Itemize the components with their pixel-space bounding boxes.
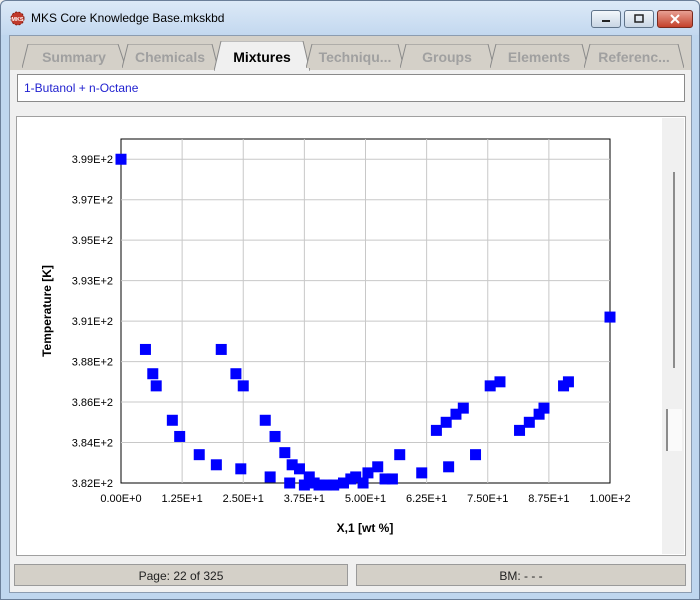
y-tick-label: 3.88E+2 xyxy=(72,357,113,369)
y-tick-label: 3.91E+2 xyxy=(72,316,113,328)
data-point xyxy=(147,368,159,380)
vertical-scrollbar[interactable] xyxy=(662,118,684,554)
close-button[interactable] xyxy=(657,10,693,28)
data-point xyxy=(328,479,340,491)
x-tick-label: 2.50E+1 xyxy=(223,493,264,505)
data-point xyxy=(166,414,178,426)
maximize-icon xyxy=(634,14,644,23)
minimize-button[interactable] xyxy=(591,10,621,28)
data-point xyxy=(430,424,442,436)
scroll-track xyxy=(673,172,675,368)
data-point xyxy=(237,380,249,392)
data-point xyxy=(230,368,242,380)
tab-mixtures[interactable]: Mixtures xyxy=(214,41,310,71)
data-point xyxy=(279,447,291,459)
window-title: MKS Core Knowledge Base.mkskbd xyxy=(31,11,225,25)
data-point xyxy=(416,467,428,479)
data-point xyxy=(269,430,281,442)
x-tick-label: 1.00E+2 xyxy=(589,493,630,505)
x-tick-label: 7.50E+1 xyxy=(467,493,508,505)
data-point xyxy=(394,449,406,461)
data-point xyxy=(562,376,574,388)
x-tick-label: 8.75E+1 xyxy=(528,493,569,505)
y-tick-label: 3.99E+2 xyxy=(72,154,113,166)
x-tick-label: 0.00E+0 xyxy=(100,493,141,505)
x-axis-label: X,1 [wt %] xyxy=(337,521,394,535)
data-point xyxy=(193,449,205,461)
x-tick-labels: 0.00E+0 1.25E+1 2.50E+1 3.75E+1 5.00E+1 6.25E… xyxy=(100,493,630,505)
svg-text:MKS: MKS xyxy=(11,17,24,23)
data-point xyxy=(139,343,151,355)
data-point xyxy=(284,477,296,489)
y-tick-label: 3.97E+2 xyxy=(72,195,113,207)
data-point xyxy=(484,380,496,392)
tab-chemicals[interactable]: Chemicals xyxy=(122,44,218,68)
x-tick-label: 3.75E+1 xyxy=(284,493,325,505)
data-point xyxy=(293,463,305,475)
data-point xyxy=(372,461,384,473)
data-point xyxy=(357,477,369,489)
data-point xyxy=(523,416,535,428)
y-axis-label: Temperature [K] xyxy=(40,265,54,357)
tab-groups[interactable]: Groups xyxy=(400,44,494,68)
x-tick-label: 5.00E+1 xyxy=(345,493,386,505)
status-bar: Page: 22 of 325 BM: - - - xyxy=(14,564,689,588)
data-point xyxy=(235,463,247,475)
data-point xyxy=(494,376,506,388)
data-point xyxy=(470,449,482,461)
y-tick-labels: 3.82E+2 3.84E+2 3.86E+2 3.88E+2 3.91E+2 3.93E… xyxy=(72,154,113,490)
data-point xyxy=(259,414,271,426)
page-indicator: Page: 22 of 325 xyxy=(14,564,348,586)
data-point xyxy=(264,471,276,483)
data-point xyxy=(115,153,127,165)
data-point xyxy=(362,467,374,479)
x-tick-label: 1.25E+1 xyxy=(161,493,202,505)
mks-logo-icon: MKS xyxy=(10,11,25,26)
main-client-area: Summary Chemicals Mixtures Techniqu... G… xyxy=(9,35,692,593)
close-icon xyxy=(670,14,680,24)
data-point xyxy=(440,416,452,428)
y-tick-label: 3.82E+2 xyxy=(72,478,113,490)
tab-summary[interactable]: Summary xyxy=(22,44,126,68)
data-point xyxy=(538,402,550,414)
mixture-name-field[interactable]: 1-Butanol + n-Octane xyxy=(17,74,685,102)
y-tick-label: 3.93E+2 xyxy=(72,276,113,288)
y-tick-label: 3.86E+2 xyxy=(72,397,113,409)
tab-strip: Summary Chemicals Mixtures Techniqu... G… xyxy=(10,36,691,71)
data-point xyxy=(386,473,398,485)
scatter-chart: 0.00E+0 1.25E+1 2.50E+1 3.75E+1 5.00E+1 6.25E… xyxy=(40,138,631,535)
data-point xyxy=(514,424,526,436)
data-point xyxy=(457,402,469,414)
y-tick-label: 3.95E+2 xyxy=(72,235,113,247)
app-window: MKS MKS Core Knowledge Base.mkskbd Summa… xyxy=(0,0,700,600)
data-point xyxy=(210,459,222,471)
bookmark-indicator: BM: - - - xyxy=(356,564,686,586)
title-bar[interactable]: MKS MKS Core Knowledge Base.mkskbd xyxy=(1,1,699,35)
x-tick-label: 6.25E+1 xyxy=(406,493,447,505)
maximize-button[interactable] xyxy=(624,10,654,28)
tab-references[interactable]: Referenc... xyxy=(584,44,684,68)
chart-panel: 0.00E+0 1.25E+1 2.50E+1 3.75E+1 5.00E+1 6.25E… xyxy=(16,116,686,556)
y-tick-label: 3.84E+2 xyxy=(72,438,113,450)
scroll-thumb[interactable] xyxy=(666,409,682,451)
tab-techniques[interactable]: Techniqu... xyxy=(306,44,404,68)
data-point xyxy=(150,380,162,392)
data-point xyxy=(443,461,455,473)
data-point xyxy=(604,311,616,323)
data-point xyxy=(174,430,186,442)
data-point xyxy=(215,343,227,355)
tab-elements[interactable]: Elements xyxy=(490,44,588,68)
minimize-icon xyxy=(602,20,610,22)
